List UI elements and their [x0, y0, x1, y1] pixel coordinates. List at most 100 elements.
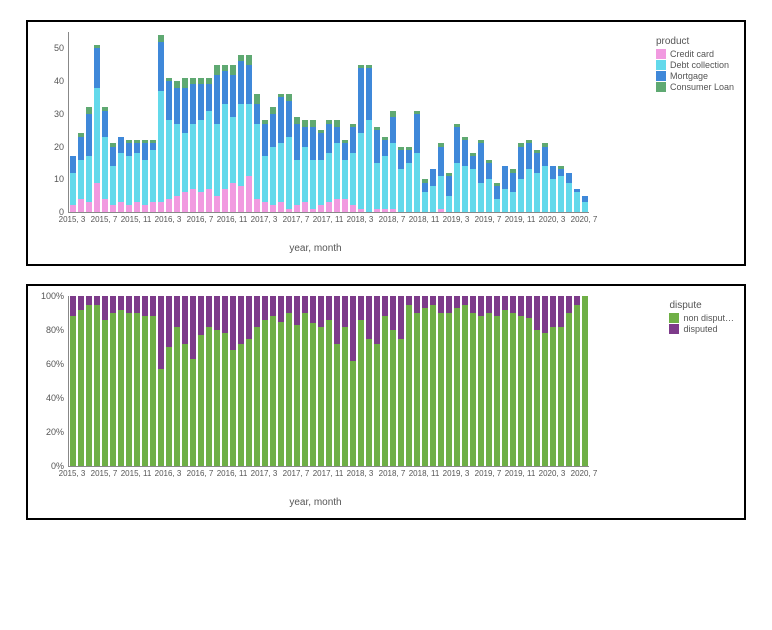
- bar-column: [326, 296, 332, 466]
- bar-column: [462, 296, 468, 466]
- bar-segment: [278, 97, 284, 143]
- bar-column: [582, 296, 588, 466]
- bar-segment: [422, 183, 428, 193]
- bars-area: [68, 296, 589, 467]
- x-tick: 2018, 11: [409, 215, 440, 224]
- bar-segment: [334, 199, 340, 212]
- bar-segment: [542, 147, 548, 167]
- bar-segment: [238, 104, 244, 186]
- x-tick: 2020, 7: [571, 469, 598, 478]
- bar-segment: [278, 143, 284, 202]
- bar-column: [294, 117, 300, 212]
- bar-segment: [446, 176, 452, 196]
- bar-segment: [342, 199, 348, 212]
- bar-segment: [430, 186, 436, 212]
- bar-column: [142, 296, 148, 466]
- bar-segment: [182, 88, 188, 134]
- bar-segment: [470, 156, 476, 169]
- bar-segment: [390, 117, 396, 143]
- bar-segment: [406, 150, 412, 163]
- bar-segment: [134, 313, 140, 466]
- bar-column: [110, 296, 116, 466]
- bar-column: [366, 65, 372, 212]
- bar-segment: [382, 209, 388, 212]
- x-axis-label: year, month: [42, 243, 589, 254]
- bar-column: [446, 173, 452, 212]
- bar-segment: [582, 296, 588, 466]
- bar-column: [398, 147, 404, 212]
- y-tick: 60%: [38, 359, 64, 369]
- bar-segment: [206, 84, 212, 110]
- bar-segment: [350, 127, 356, 153]
- bar-column: [286, 296, 292, 466]
- bar-column: [126, 140, 132, 212]
- bar-segment: [198, 120, 204, 192]
- bar-segment: [142, 143, 148, 159]
- bar-segment: [70, 296, 76, 316]
- bar-segment: [390, 209, 396, 212]
- bar-segment: [262, 124, 268, 157]
- bar-segment: [326, 202, 332, 212]
- bar-segment: [214, 65, 220, 75]
- bar-segment: [174, 124, 180, 196]
- bar-segment: [142, 205, 148, 212]
- bar-segment: [318, 296, 324, 327]
- bar-segment: [510, 296, 516, 313]
- y-tick: 30: [38, 109, 64, 119]
- bar-column: [558, 296, 564, 466]
- bar-segment: [270, 147, 276, 206]
- bar-segment: [86, 305, 92, 467]
- bar-column: [542, 143, 548, 212]
- bar-segment: [534, 173, 540, 212]
- bar-segment: [206, 296, 212, 327]
- bar-segment: [182, 296, 188, 344]
- bar-segment: [446, 313, 452, 466]
- bar-segment: [310, 323, 316, 466]
- bar-segment: [126, 156, 132, 205]
- bar-segment: [230, 183, 236, 212]
- bar-segment: [526, 318, 532, 466]
- bar-column: [78, 133, 84, 212]
- bar-segment: [462, 166, 468, 212]
- bar-column: [270, 107, 276, 212]
- bar-segment: [366, 68, 372, 120]
- bar-segment: [246, 176, 252, 212]
- bar-column: [262, 120, 268, 212]
- bar-segment: [542, 166, 548, 212]
- bar-segment: [302, 127, 308, 147]
- bar-column: [190, 78, 196, 212]
- bar-segment: [574, 296, 580, 305]
- bar-column: [254, 296, 260, 466]
- bar-segment: [318, 327, 324, 466]
- x-tick: 2019, 3: [443, 469, 470, 478]
- bar-column: [374, 127, 380, 212]
- bar-segment: [166, 120, 172, 199]
- x-axis-label: year, month: [42, 497, 589, 508]
- bar-column: [182, 296, 188, 466]
- bar-segment: [358, 296, 364, 320]
- bar-segment: [86, 114, 92, 157]
- bar-segment: [158, 296, 164, 369]
- bar-column: [118, 296, 124, 466]
- bar-segment: [254, 104, 260, 124]
- bar-column: [238, 55, 244, 212]
- bar-segment: [318, 133, 324, 159]
- legend-swatch: [656, 71, 666, 81]
- x-tick: 2015, 11: [121, 469, 152, 478]
- bar-segment: [286, 296, 292, 313]
- bar-segment: [166, 81, 172, 120]
- bar-segment: [302, 313, 308, 466]
- bar-segment: [510, 192, 516, 212]
- bar-column: [198, 296, 204, 466]
- bar-column: [150, 296, 156, 466]
- bar-segment: [342, 160, 348, 199]
- bar-column: [430, 169, 436, 212]
- x-tick: 2017, 7: [283, 215, 310, 224]
- bar-segment: [334, 143, 340, 199]
- bar-segment: [86, 156, 92, 202]
- bar-segment: [446, 196, 452, 212]
- bar-column: [510, 169, 516, 212]
- bar-column: [294, 296, 300, 466]
- bar-segment: [198, 335, 204, 466]
- legend-item: Credit card: [656, 49, 734, 59]
